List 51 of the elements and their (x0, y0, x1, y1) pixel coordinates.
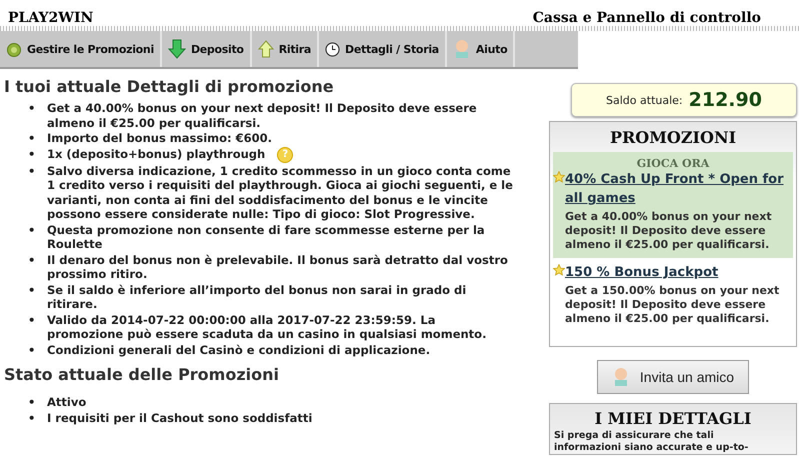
promotion-description: Get a 150.00% bonus on your next deposit! Il Deposito deve essere almeno il €25.00 per qualificarsi. (564, 283, 780, 326)
panel-title: PROMOZIONI (608, 127, 738, 149)
bullet: • (28, 222, 36, 238)
promotion-detail: Se il saldo è inferiore all’importo del bonus non sarai in grado di ritirare. (47, 282, 466, 311)
bullet: • (28, 342, 36, 357)
nav-item[interactable]: Dettagli / Storia (319, 31, 447, 67)
bullet: • (28, 410, 36, 425)
panel-title: I MIEI DETTAGLI (594, 408, 752, 430)
bullet: • (28, 395, 36, 410)
promotion-detail: Condizioni generali del Casinò e condizioni di applicazione. (47, 342, 430, 356)
bullet: • (28, 252, 36, 268)
promotion-card[interactable]: GIOCA ORA 40% Cash Up Front * Open for all games Get a 40.00% bonus on your next deposit! Il Deposito deve essere almeno il €25.00 per qualificarsi. (553, 152, 793, 258)
invite-friend-button[interactable]: Invita un amico (596, 360, 750, 394)
promotion-detail: Il denaro del bonus non è prelevabile. Il bonus sarà detratto dal vostro prossimo ritiro. (47, 252, 508, 281)
promotion-card[interactable]: 150 % Bonus Jackpot Get a 150.00% bonus on your next deposit! Il Deposito deve essere almeno il €25.00 per qualificarsi. (553, 258, 793, 332)
status-item: Attivo (47, 395, 86, 409)
page-title: Cassa e Pannello di controllo (532, 10, 761, 26)
my-details-text: informazioni siano accurate e up-to- (554, 442, 750, 454)
promotion-detail: Valido da 2014-07-22 00:00:00 alla 2017-07-22 23:59:59. La promozione può essere scaduta da un casino in qualsiasi momento. (47, 312, 486, 341)
promotion-detail: Importo del bonus massimo: €600. (47, 131, 272, 145)
promotion-detail: Salvo diversa indicazione, 1 credito scommesso in un gioco conta come 1 credito verso i requisiti del playthrough. Gioca ai giochi seguenti, e le varianti, non conta ai fini del soddisfacimento del bonus e le vincite possono essere considerate nulle: Tipo di gioco: Slot Progressive. (47, 164, 513, 221)
nav-item[interactable]: Gestire le Promozioni (0, 31, 162, 67)
nav-item[interactable]: Aiuto (446, 31, 516, 67)
clock-icon (325, 42, 340, 56)
balance-amount: 212.90 (688, 89, 762, 111)
section-heading: Stato attuale delle Promozioni (4, 365, 280, 384)
promotion-link[interactable]: 150 % Bonus Jackpot (565, 263, 718, 282)
star-icon (553, 264, 565, 276)
down-arrow-icon (168, 39, 186, 59)
up-arrow-icon (258, 40, 274, 58)
chip-icon (6, 41, 22, 57)
my-details-text: Si prega di assicurare che tali (554, 430, 715, 442)
site-logo: PLAY2WIN (8, 10, 94, 26)
promotion-detail: Get a 40.00% bonus on your next deposit! Il Deposito deve essere almeno il €25.00 per qualificarsi. (47, 101, 477, 130)
bullet: • (28, 146, 36, 162)
bullet: • (28, 164, 36, 180)
status-item: I requisiti per il Cashout sono soddisfatti (47, 410, 312, 424)
bullet: • (28, 131, 36, 146)
promotion-detail: 1x (deposito+bonus) playthrough (47, 146, 266, 161)
bullet: • (28, 101, 36, 117)
promotion-description: Get a 40.00% bonus on your next deposit! Il Deposito deve essere almeno il €25.00 per qualificarsi. (564, 209, 773, 252)
promotion-detail: Questa promozione non consente di fare scommesse esterne per la Roulette (47, 222, 485, 251)
play-now-label: GIOCA ORA (636, 157, 710, 170)
section-heading: I tuoi attuale Dettagli di promozione (4, 77, 335, 96)
bullet: • (28, 312, 36, 328)
nav-item[interactable]: Deposito (162, 31, 252, 67)
balance-label: Saldo attuale: (606, 94, 683, 106)
bullet: • (28, 282, 36, 298)
star-icon (553, 171, 565, 183)
promotion-link[interactable]: 40% Cash Up Front * Open for all games (565, 170, 793, 208)
nav-item[interactable]: Ritira (252, 31, 320, 67)
